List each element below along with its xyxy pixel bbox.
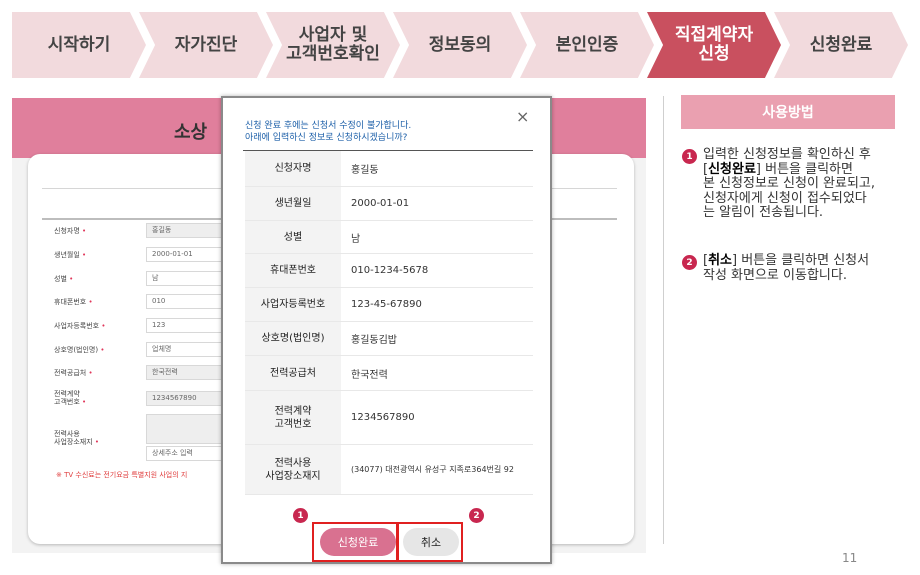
- page-number: 11: [842, 551, 858, 565]
- divider: [663, 96, 664, 544]
- form-label: 전력공급처 •: [54, 369, 93, 377]
- step-start: 시작하기: [12, 12, 146, 78]
- step-badge-2: 2: [682, 255, 697, 270]
- submit-button[interactable]: 신청완료: [320, 528, 396, 556]
- row-label: 생년월일: [245, 187, 341, 220]
- row-value: 123-45-67890: [351, 299, 422, 310]
- table-row: 전력공급처 한국전력: [245, 356, 533, 391]
- row-value: 한국전력: [351, 369, 388, 381]
- form-label: 생년월일 •: [54, 251, 87, 259]
- row-value: 홍길동: [351, 165, 379, 176]
- dialog-notice: 신청 완료 후에는 신청서 수정이 불가합니다. 아래에 입력하신 정보로 신청하…: [245, 121, 412, 143]
- row-value: 홍길동김밥: [351, 335, 397, 346]
- row-label: 전력계약 고객번호: [245, 391, 341, 444]
- table-row: 전력계약 고객번호 1234567890: [245, 391, 533, 445]
- form-label: 휴대폰번호 •: [54, 298, 93, 306]
- row-value: 남: [351, 233, 361, 245]
- step-self-diagnosis: 자가진단: [139, 12, 273, 78]
- table-row: 휴대폰번호 010-1234-5678: [245, 254, 533, 288]
- form-label: 신청자명 •: [54, 227, 87, 235]
- power-supplier-field[interactable]: 한국전력: [146, 365, 226, 380]
- row-value: 010-1234-5678: [351, 265, 429, 276]
- row-value: 2000-01-01: [351, 198, 410, 209]
- row-value: 1234567890: [351, 412, 415, 423]
- table-row: 상호명(법인명) 홍길동김밥: [245, 322, 533, 356]
- step-badge-1: 1: [293, 508, 308, 523]
- form-label: 상호명(법인명) •: [54, 346, 105, 354]
- step-identity-verification: 본인인증: [520, 12, 654, 78]
- form-label: 사업자등록번호 •: [54, 322, 106, 330]
- row-label: 전력사용 사업장소재지: [245, 445, 341, 494]
- confirm-dialog: 신청 완료 후에는 신청서 수정이 불가합니다. 아래에 입력하신 정보로 신청하…: [221, 96, 552, 564]
- tv-fee-notice: ※ TV 수신료는 전기요금 특별지원 사업의 지: [56, 471, 188, 479]
- address-field[interactable]: [146, 414, 226, 444]
- table-row: 신청자명 홍길동: [245, 151, 533, 187]
- step-consent: 정보동의: [393, 12, 527, 78]
- form-label: 성별 •: [54, 275, 74, 283]
- row-label: 휴대폰번호: [245, 254, 341, 287]
- guide-title: 사용방법: [681, 95, 895, 129]
- table-row: 전력사용 사업장소재지 (34077) 대전광역시 유성구 지족로364번길 92: [245, 445, 533, 495]
- company-name-field[interactable]: 업체명: [146, 342, 226, 357]
- step-progress-bar: 시작하기 자가진단 사업자 및 고객번호확인 정보동의 본인인증 직접계약자 신청 …: [12, 12, 910, 78]
- customer-number-field[interactable]: 1234567890: [146, 391, 226, 406]
- form-label: 전력계약 고객번호 •: [54, 390, 87, 406]
- guide-text: [취소] 버튼을 클릭하면 신청서 작성 화면으로 이동합니다.: [703, 253, 870, 283]
- step-complete: 신청완료: [774, 12, 908, 78]
- row-value: (34077) 대전광역시 유성구 지족로364번길 92: [351, 465, 514, 474]
- gender-field[interactable]: 남: [146, 271, 226, 286]
- close-icon[interactable]: ×: [516, 109, 529, 125]
- row-label: 전력공급처: [245, 356, 341, 390]
- row-label: 상호명(법인명): [245, 322, 341, 355]
- business-number-field[interactable]: 123: [146, 318, 226, 333]
- step-badge-2: 2: [469, 508, 484, 523]
- guide-item-1: 1 입력한 신청정보를 확인하신 후 [신청완료] 버튼을 클릭하면 본 신청정…: [682, 147, 914, 221]
- step-badge-1: 1: [682, 149, 697, 164]
- background-form-title: 소상: [174, 122, 208, 143]
- name-field[interactable]: 홍길동: [146, 223, 226, 238]
- address-detail-field[interactable]: 상세주소 입력: [146, 446, 226, 461]
- guide-text: 입력한 신청정보를 확인하신 후 [신청완료] 버튼을 클릭하면 본 신청정보로…: [703, 147, 876, 220]
- table-row: 생년월일 2000-01-01: [245, 187, 533, 221]
- row-label: 사업자등록번호: [245, 288, 341, 321]
- step-business-check: 사업자 및 고객번호확인: [266, 12, 400, 78]
- table-row: 성별 남: [245, 221, 533, 254]
- phone-field[interactable]: 010: [146, 294, 226, 309]
- cancel-button[interactable]: 취소: [403, 528, 459, 556]
- row-label: 성별: [245, 221, 341, 253]
- application-info-table: 신청자명 홍길동 생년월일 2000-01-01 성별 남 휴대폰번호 010-…: [245, 151, 533, 495]
- step-direct-contract-apply: 직접계약자 신청: [647, 12, 781, 78]
- table-row: 사업자등록번호 123-45-67890: [245, 288, 533, 322]
- row-label: 신청자명: [245, 151, 341, 186]
- form-label: 전력사용 사업장소재지 •: [54, 430, 100, 446]
- guide-item-2: 2 [취소] 버튼을 클릭하면 신청서 작성 화면으로 이동합니다.: [682, 253, 914, 283]
- birthdate-field[interactable]: 2000-01-01: [146, 247, 226, 262]
